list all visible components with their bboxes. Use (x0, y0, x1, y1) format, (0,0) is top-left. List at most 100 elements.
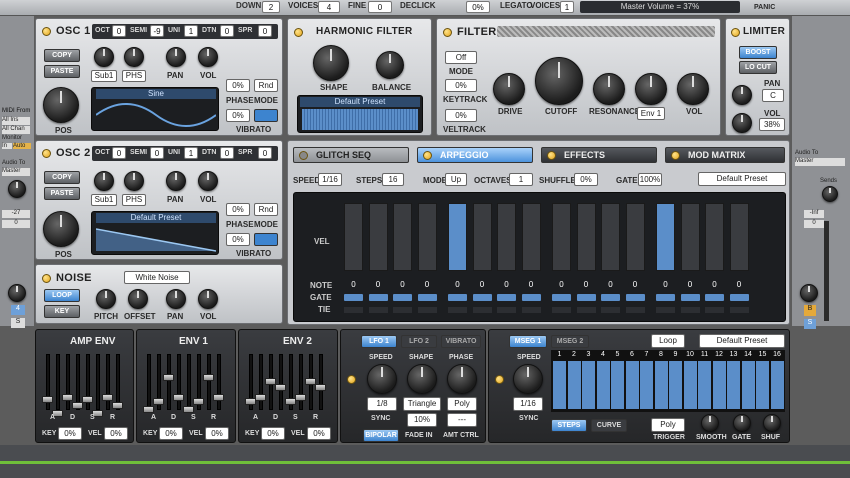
osc1-copy-button[interactable]: COPY (44, 49, 80, 62)
arp-tie-step[interactable] (344, 307, 363, 313)
arp-note-value[interactable]: 0 (497, 280, 516, 289)
harmonic-display[interactable]: Default Preset (297, 95, 423, 133)
lfo2-tab[interactable]: LFO 2 (401, 335, 437, 348)
limiter-vol-knob[interactable] (732, 113, 752, 133)
limiter-pan-value[interactable]: C (762, 89, 784, 102)
osc2-rnd-button[interactable]: Rnd (254, 203, 278, 216)
amp-key-value[interactable]: 0% (58, 427, 82, 440)
arp-vel-step[interactable] (344, 203, 363, 271)
osc1-dtn-value[interactable]: 0 (220, 25, 234, 37)
mseg-step-bar[interactable] (770, 361, 784, 409)
harmonic-shape-knob[interactable] (313, 45, 349, 81)
arp-speed-value[interactable]: 1/16 (318, 173, 342, 186)
arp-vel-step[interactable] (472, 203, 492, 271)
lfo-amt-value[interactable]: --- (447, 413, 477, 427)
mseg-step-bar[interactable] (683, 361, 697, 409)
osc2-sub1-box[interactable]: Sub1 (91, 194, 117, 206)
mseg-step-bar[interactable] (640, 361, 653, 409)
arp-vel-step[interactable] (601, 203, 620, 271)
harmonic-power-led[interactable] (294, 28, 303, 37)
osc2-spr-value[interactable]: 0 (258, 147, 272, 159)
arp-gate-step[interactable] (417, 294, 437, 301)
all-channels[interactable]: All Chan (2, 126, 30, 134)
env2-fader-handle[interactable] (295, 394, 306, 401)
mod-matrix-led[interactable] (671, 151, 680, 160)
arp-gate-step[interactable] (625, 294, 645, 301)
osc1-sub1-box[interactable]: Sub1 (91, 70, 117, 82)
arp-note-value[interactable]: 0 (705, 280, 724, 289)
mseg-poly-value[interactable]: Poly (651, 418, 685, 432)
voices-value[interactable]: 4 (318, 1, 340, 13)
arp-note-value[interactable]: 0 (344, 280, 363, 289)
arp-note-value[interactable]: 0 (656, 280, 675, 289)
osc1-oct-value[interactable]: 0 (112, 25, 126, 37)
noise-key-button[interactable]: KEY (44, 305, 80, 318)
lfo-power-led[interactable] (347, 375, 356, 384)
right-b-button[interactable]: B (804, 305, 816, 316)
left-power-knob[interactable] (8, 284, 26, 302)
limiter-vol-value[interactable]: 38% (759, 118, 785, 131)
down-value[interactable]: 2 (262, 1, 280, 13)
env1-fader-handle[interactable] (173, 394, 184, 401)
arp-tie-step[interactable] (576, 307, 596, 313)
osc1-pos-knob[interactable] (43, 87, 79, 123)
arp-octaves-value[interactable]: 1 (509, 173, 533, 186)
left-track-number[interactable]: 4 (11, 305, 25, 315)
mseg-shuf-knob[interactable] (763, 414, 781, 432)
env1-fader-handle[interactable] (203, 374, 214, 381)
osc1-phs-knob[interactable] (124, 47, 144, 67)
arp-gate-step[interactable] (729, 294, 749, 301)
mseg-step-bar[interactable] (741, 361, 755, 409)
arp-vel-step[interactable] (576, 203, 596, 271)
right-pan-value[interactable]: 0 (804, 220, 824, 228)
arp-vel-step[interactable] (521, 203, 541, 271)
mseg-speed-knob[interactable] (513, 364, 543, 394)
amp-fader-handle[interactable] (82, 396, 93, 403)
arp-gate-step[interactable] (368, 294, 388, 301)
arp-gate-step[interactable] (344, 294, 363, 301)
osc1-pan-knob[interactable] (166, 47, 186, 67)
osc1-spr-value[interactable]: 0 (258, 25, 272, 37)
env2-fader-handle[interactable] (275, 384, 286, 391)
effects-led[interactable] (547, 151, 556, 160)
arp-note-value[interactable]: 0 (730, 280, 749, 289)
osc2-wave-name[interactable]: Default Preset (96, 213, 216, 223)
arp-gate-step[interactable] (705, 294, 724, 301)
env1-fader-handle[interactable] (183, 406, 194, 413)
arp-vel-step[interactable] (497, 203, 516, 271)
arp-note-value[interactable]: 0 (552, 280, 571, 289)
mseg1-tab[interactable]: MSEG 1 (509, 335, 547, 348)
arp-note-value[interactable]: 0 (577, 280, 596, 289)
send-knob[interactable] (822, 186, 838, 202)
lfo-shape-knob[interactable] (407, 364, 437, 394)
arp-gate-step[interactable] (497, 294, 516, 301)
left-pan-knob[interactable] (8, 180, 26, 198)
filter-vol-knob[interactable] (677, 73, 709, 105)
osc1-vibrato-value[interactable]: 0% (226, 109, 250, 122)
osc2-vol-knob[interactable] (198, 171, 218, 191)
arp-vel-step[interactable] (417, 203, 437, 271)
env2-key-value[interactable]: 0% (261, 427, 285, 440)
env1-fader-handle[interactable] (153, 398, 164, 405)
arp-vel-step[interactable] (552, 203, 571, 271)
mseg2-tab[interactable]: MSEG 2 (551, 335, 589, 348)
osc2-copy-button[interactable]: COPY (44, 171, 80, 184)
arp-vel-step[interactable] (368, 203, 388, 271)
tab-arpeggio[interactable]: ARPEGGIO (417, 147, 533, 163)
osc2-phase-value[interactable]: 0% (226, 203, 250, 216)
lfo-rate-value[interactable]: 1/8 (367, 397, 397, 411)
limiter-pan-knob[interactable] (732, 85, 752, 105)
arp-gate-step[interactable] (601, 294, 620, 301)
mseg-curve-button[interactable]: CURVE (591, 419, 627, 432)
arp-gate-step[interactable] (521, 294, 541, 301)
amp-fader-handle[interactable] (62, 394, 73, 401)
arp-vel-step[interactable] (656, 203, 675, 271)
mseg-smooth-knob[interactable] (701, 414, 719, 432)
arp-note-value[interactable]: 0 (473, 280, 492, 289)
right-power-knob[interactable] (800, 284, 818, 302)
vibrato-tab[interactable]: VIBRATO (441, 335, 481, 348)
osc2-uni-value[interactable]: 1 (184, 147, 198, 159)
arp-note-value[interactable]: 0 (448, 280, 467, 289)
arp-vel-step[interactable] (393, 203, 412, 271)
arp-gate-value[interactable]: 100% (638, 173, 662, 186)
